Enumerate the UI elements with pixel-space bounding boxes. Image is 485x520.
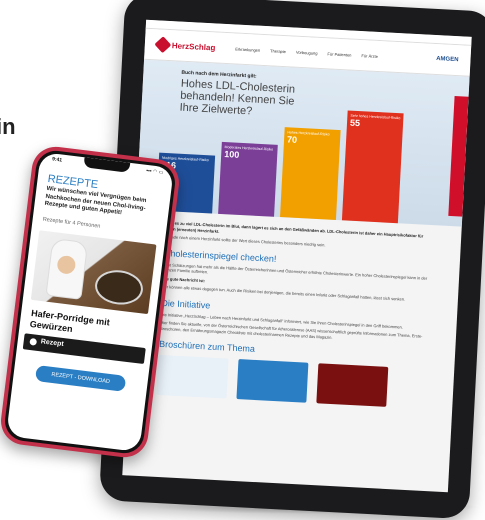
recipe-download-button[interactable]: REZEPT - DOWNLOAD [34, 365, 127, 392]
phone-bezel: 9:41 ▪▪▪ ◠ ▭ REZEPTE Wir wünschen viel V… [2, 148, 178, 456]
article-content: Gibt es zu viel LDL-Cholesterin im Blut,… [126, 210, 461, 417]
amgen-logo[interactable]: AMGEN [436, 56, 459, 63]
nav-item-patienten[interactable]: Für Patienten [327, 51, 351, 57]
logo-text: HerzSchlag [171, 40, 216, 52]
main-nav: Erkrankungen Therapie Vorbeugung Für Pat… [235, 46, 378, 58]
recipes-note: Rezepte für 4 Personen [42, 216, 101, 230]
hero-title: Hohes LDL-Cholesterin behandeln! Kennen … [179, 77, 296, 118]
brochure-thumbnail[interactable] [316, 363, 389, 407]
tablet-screen: HerzSchlag Erkrankungen Therapie Vorbeug… [122, 19, 472, 493]
brochure-thumbnail[interactable] [236, 359, 309, 403]
brochure-thumbnail[interactable] [156, 354, 229, 399]
nav-item-vorbeugung[interactable]: Vorbeugung [296, 49, 318, 55]
brochure-thumbnails [156, 354, 425, 409]
download-icon [29, 337, 38, 346]
phone-notch [83, 157, 131, 173]
risk-bar-moderate: Moderates Herzkreislauf-Risiko 100 [218, 141, 278, 217]
recipe-badge-label: Rezept [40, 338, 64, 349]
side-tab[interactable] [448, 96, 469, 217]
risk-bar-value: 70 [286, 134, 298, 145]
hero-banner: Buch nach dem Herzinfarkt gilt: Hohes LD… [136, 59, 470, 227]
status-icons: ▪▪▪ ◠ ▭ [145, 167, 164, 176]
recipes-subtitle: Wir wünschen viel Vergnügen beim Nachkoc… [44, 185, 147, 217]
heart-icon [154, 36, 172, 54]
nav-item-therapie[interactable]: Therapie [270, 48, 286, 54]
risk-bar-very-high: Sehr hohes Herzkreislauf-Risiko 55 [341, 110, 404, 224]
nav-item-aerzte[interactable]: Für Ärzte [361, 53, 378, 59]
porridge-bowl [93, 267, 145, 308]
recipe-photo [30, 230, 157, 315]
phone-screen: 9:41 ▪▪▪ ◠ ▭ REZEPTE Wir wünschen viel V… [6, 151, 174, 453]
herzschlag-logo[interactable]: HerzSchlag [154, 36, 216, 54]
status-time: 9:41 [51, 156, 63, 164]
nav-item-erkrankungen[interactable]: Erkrankungen [235, 46, 260, 52]
cropped-heading-text: in [0, 114, 16, 139]
risk-bar-high: Hohes Herzkreislauf-Risiko 70 [280, 127, 341, 220]
